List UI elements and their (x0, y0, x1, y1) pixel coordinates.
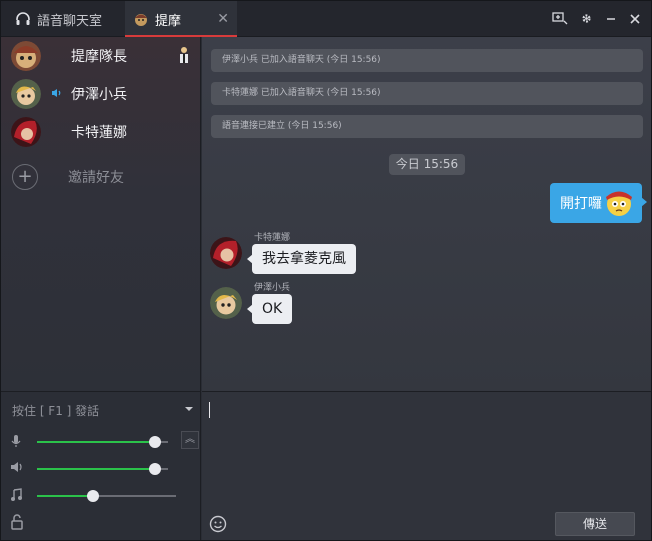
slider-fill (37, 495, 93, 497)
ezreal-avatar (11, 79, 41, 109)
minimize-icon[interactable] (605, 10, 617, 29)
slider-fill (37, 441, 155, 443)
lock-icon[interactable] (10, 514, 24, 530)
speaking-icon (52, 89, 61, 97)
member-item[interactable]: 提摩隊長 (1, 38, 201, 74)
microphone-icon (11, 435, 21, 447)
invite-label: 邀請好友 (68, 170, 124, 186)
teemo-emoji-icon (606, 191, 632, 216)
text-cursor (209, 402, 210, 418)
message-text: 開打囉 (560, 196, 602, 212)
message-text: OK (262, 301, 283, 317)
close-icon[interactable] (629, 10, 641, 29)
message-bubble: 我去拿菱克風 (247, 244, 356, 274)
invite-friends-button[interactable]: + 邀請好友 (1, 159, 201, 195)
sender-name: 伊澤小兵 (254, 283, 291, 293)
bubble-tail (247, 304, 253, 314)
member-name: 伊澤小兵 (71, 87, 127, 103)
window-controls (552, 1, 641, 37)
captain-badge-icon (180, 47, 188, 63)
add-friend-icon[interactable] (552, 10, 568, 29)
member-panel: 提摩隊長 伊澤小兵 卡特蓮娜 + 邀請好友 (1, 37, 201, 391)
slider-handle[interactable] (86, 490, 99, 502)
music-volume-row (1, 486, 201, 506)
speaker-icon (11, 462, 22, 472)
emoji-icon[interactable] (209, 515, 227, 533)
katarina-avatar (11, 117, 41, 147)
music-volume-slider[interactable] (37, 490, 176, 502)
plus-icon: + (12, 164, 38, 190)
ezreal-avatar (210, 287, 242, 319)
send-button[interactable]: 傳送 (555, 512, 635, 536)
message-text: 我去拿菱克風 (262, 251, 346, 267)
slider-handle[interactable] (148, 436, 161, 448)
slider-handle[interactable] (148, 463, 161, 475)
bubble-tail (641, 197, 647, 207)
mic-volume-slider[interactable] (37, 436, 168, 448)
member-item[interactable]: 卡特蓮娜 (1, 114, 201, 150)
chat-area: 伊澤小兵 已加入語音聊天 (今日 15:56) 卡特蓮娜 已加入語音聊天 (今日… (202, 37, 651, 391)
tab-label: 提摩 (155, 13, 182, 29)
music-note-icon (11, 488, 22, 501)
timestamp: 今日 15:56 (389, 154, 465, 175)
message-input[interactable]: 傳送 (202, 391, 651, 540)
voice-chat-window: 語音聊天室 提摩 ✕ 提摩隊長 伊澤小兵 卡特蓮娜 + 邀請好友 伊澤小兵 已加… (0, 0, 652, 541)
system-message: 語音連接已建立 (今日 15:56) (211, 115, 643, 138)
speaker-volume-slider[interactable] (37, 463, 168, 475)
chevron-down-icon[interactable] (185, 407, 193, 411)
slider-fill (37, 468, 155, 470)
gear-icon[interactable] (580, 10, 593, 29)
expand-up-button[interactable]: ︽ (181, 431, 199, 449)
speaker-volume-row (1, 459, 201, 479)
tab-teemo[interactable]: 提摩 ✕ (125, 1, 237, 37)
push-to-talk-select[interactable]: 按住 [ F1 ] 發話 (12, 402, 99, 419)
teemo-avatar-icon (133, 11, 149, 27)
member-name: 卡特蓮娜 (71, 125, 127, 141)
mic-volume-row (1, 432, 201, 452)
system-message: 伊澤小兵 已加入語音聊天 (今日 15:56) (211, 49, 643, 72)
my-message-bubble: 開打囉 (550, 183, 647, 223)
member-item[interactable]: 伊澤小兵 (1, 76, 201, 112)
message-bubble: OK (247, 294, 293, 324)
teemo-avatar (11, 41, 41, 71)
katarina-avatar (210, 237, 242, 269)
bubble-tail (247, 254, 253, 264)
title-bar: 語音聊天室 提摩 ✕ (1, 1, 651, 37)
close-tab-icon[interactable]: ✕ (217, 11, 229, 27)
tab-label: 語音聊天室 (37, 13, 103, 29)
system-message: 卡特蓮娜 已加入語音聊天 (今日 15:56) (211, 82, 643, 105)
sender-name: 卡特蓮娜 (254, 233, 291, 243)
headset-icon (15, 11, 31, 27)
tab-voice-chat-room[interactable]: 語音聊天室 (1, 1, 125, 37)
audio-controls: 按住 [ F1 ] 發話 ︽ (1, 391, 201, 540)
member-name: 提摩隊長 (71, 49, 127, 65)
